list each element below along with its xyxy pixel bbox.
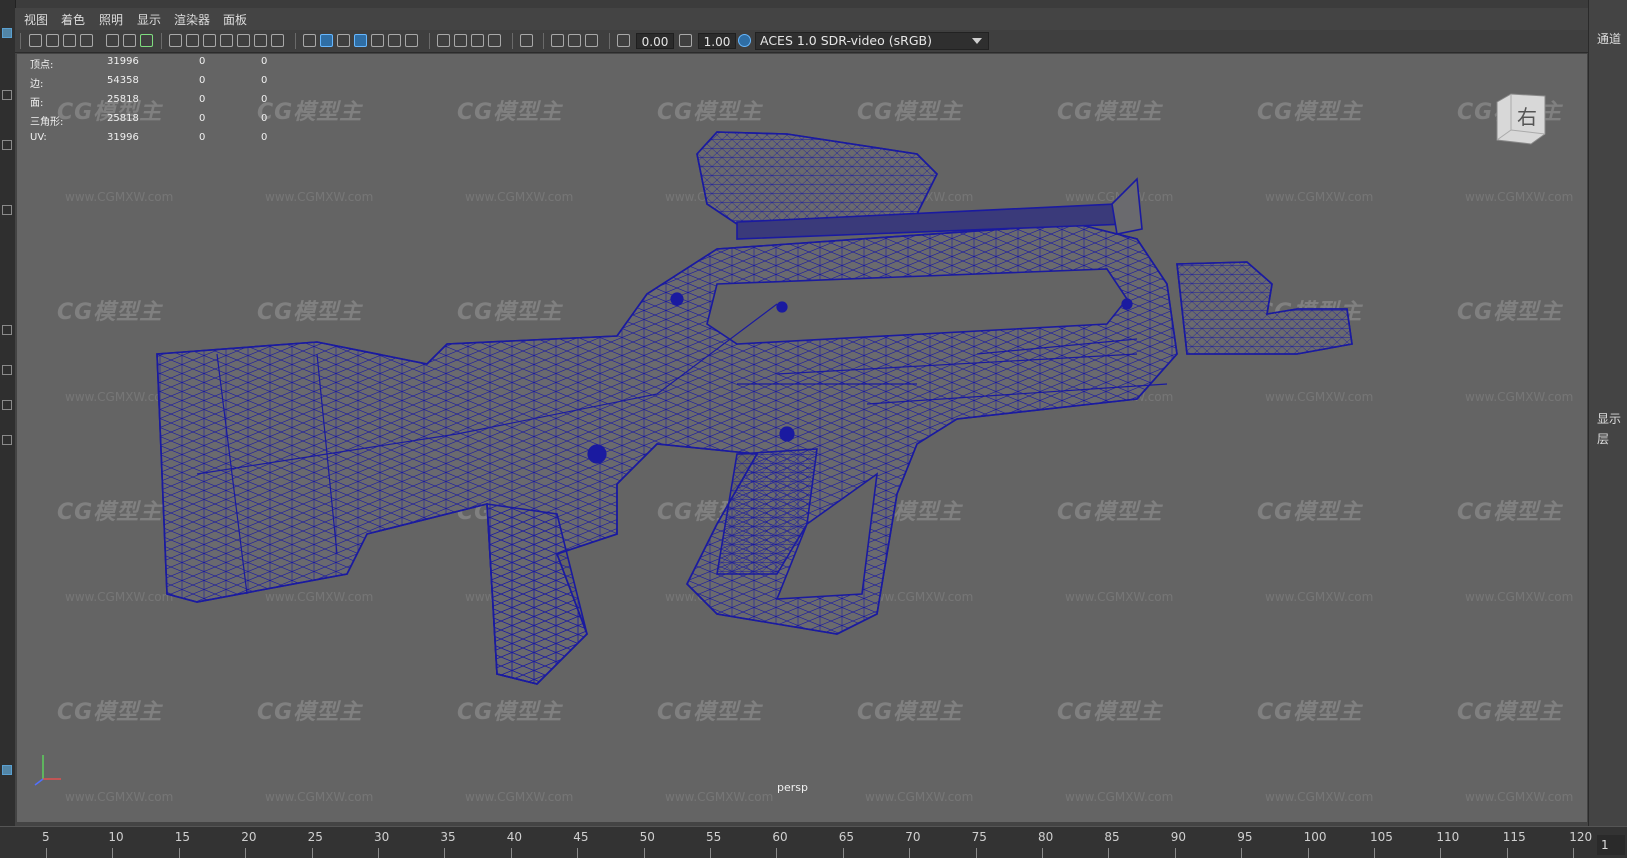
gate-mask-icon[interactable] bbox=[220, 34, 233, 47]
menu-lighting[interactable]: 照明 bbox=[99, 11, 123, 28]
move-tool-icon[interactable] bbox=[2, 90, 12, 100]
channel-box-panel: 通道 显示 层 bbox=[1588, 0, 1627, 832]
color-management-icon[interactable] bbox=[738, 34, 751, 47]
four-layout-icon[interactable] bbox=[2, 365, 12, 375]
time-tick-label: 35 bbox=[440, 830, 456, 844]
lighting-icon[interactable] bbox=[388, 34, 401, 47]
time-tick-label: 105 bbox=[1370, 830, 1393, 844]
time-tick-label: 115 bbox=[1502, 830, 1526, 844]
safe-title-icon[interactable] bbox=[271, 34, 284, 47]
viewport-panel: 视图 着色 照明 显示 渲染器 面板 0.00 1.00 ACES 1.0 SD… bbox=[15, 8, 1589, 826]
wireframe-on-shaded-icon[interactable] bbox=[354, 34, 367, 47]
view-cube[interactable]: 右 bbox=[1491, 90, 1547, 146]
gamma-field[interactable]: 1.00 bbox=[698, 33, 736, 49]
time-tick-label: 20 bbox=[241, 830, 257, 844]
left-tool-strip bbox=[0, 0, 16, 832]
single-layout-icon[interactable] bbox=[2, 325, 12, 335]
bookmark-icon[interactable] bbox=[63, 34, 76, 47]
time-tick-label: 95 bbox=[1237, 830, 1253, 844]
safe-action-icon[interactable] bbox=[254, 34, 267, 47]
menu-show[interactable]: 显示 bbox=[137, 11, 161, 28]
time-tick-label: 30 bbox=[374, 830, 390, 844]
time-tick-label: 85 bbox=[1104, 830, 1120, 844]
time-tick-label: 5 bbox=[42, 830, 50, 844]
display-tab[interactable]: 显示 bbox=[1597, 410, 1627, 427]
resolution-gate-icon[interactable] bbox=[203, 34, 216, 47]
time-tick-label: 65 bbox=[838, 830, 855, 844]
gamma-icon[interactable] bbox=[679, 34, 692, 47]
image-plane-icon[interactable] bbox=[80, 34, 93, 47]
exposure-field[interactable]: 0.00 bbox=[636, 33, 674, 49]
two-d-pan-icon[interactable] bbox=[106, 34, 119, 47]
time-tick-label: 45 bbox=[573, 830, 589, 844]
axis-gizmo bbox=[34, 755, 61, 786]
view-cube-face-label: 右 bbox=[1517, 105, 1537, 129]
exposure-icon[interactable] bbox=[617, 34, 630, 47]
menu-shading[interactable]: 着色 bbox=[61, 11, 85, 28]
select-tool-icon[interactable] bbox=[2, 28, 12, 38]
isolate-select-icon[interactable] bbox=[520, 34, 533, 47]
time-tick-label: 55 bbox=[706, 830, 722, 844]
time-tick-label: 70 bbox=[905, 830, 921, 844]
field-chart-icon[interactable] bbox=[237, 34, 250, 47]
film-gate-icon[interactable] bbox=[186, 34, 199, 47]
layers-tab[interactable]: 层 bbox=[1597, 430, 1627, 447]
time-tick-label: 40 bbox=[506, 830, 523, 844]
time-tick-label: 10 bbox=[108, 830, 124, 844]
panel-menubar: 视图 着色 照明 显示 渲染器 面板 bbox=[15, 8, 1589, 30]
current-frame-field[interactable]: 1 bbox=[1597, 835, 1625, 855]
rifle-wireframe-model[interactable] bbox=[17, 54, 1587, 822]
grease-pencil-icon[interactable] bbox=[123, 34, 136, 47]
two-stacked-layout-icon[interactable] bbox=[2, 435, 12, 445]
panel-toolbar: 0.00 1.00 ACES 1.0 SDR-video (sRGB) bbox=[15, 30, 1589, 53]
motion-blur-icon[interactable] bbox=[454, 34, 467, 47]
xray-components-icon[interactable] bbox=[585, 34, 598, 47]
time-tick-label: 25 bbox=[307, 830, 323, 844]
smooth-shade-icon[interactable] bbox=[320, 34, 333, 47]
select-camera-icon[interactable] bbox=[29, 34, 42, 47]
time-tick-label: 90 bbox=[1170, 830, 1187, 844]
camera-name-label: persp bbox=[777, 781, 808, 794]
color-space-label: ACES 1.0 SDR-video (sRGB) bbox=[760, 33, 932, 48]
time-tick-label: 50 bbox=[639, 830, 655, 844]
wireframe-icon[interactable] bbox=[303, 34, 316, 47]
menu-panels[interactable]: 面板 bbox=[223, 11, 247, 28]
two-side-layout-icon[interactable] bbox=[2, 400, 12, 410]
grid-icon[interactable] bbox=[169, 34, 182, 47]
draw-tool-icon[interactable] bbox=[140, 34, 153, 47]
time-tick-label: 110 bbox=[1436, 830, 1460, 844]
menu-renderer[interactable]: 渲染器 bbox=[174, 11, 210, 28]
rifle-body bbox=[156, 131, 1353, 685]
time-tick-label: 120 bbox=[1569, 830, 1593, 844]
default-material-icon[interactable] bbox=[337, 34, 350, 47]
time-tick-label: 80 bbox=[1038, 830, 1054, 844]
time-tick-label: 100 bbox=[1303, 830, 1327, 844]
camera-attributes-icon[interactable] bbox=[46, 34, 59, 47]
depth-of-field-icon[interactable] bbox=[488, 34, 501, 47]
chevron-down-icon bbox=[972, 38, 982, 44]
rotate-tool-icon[interactable] bbox=[2, 140, 12, 150]
script-editor-icon[interactable] bbox=[2, 765, 12, 775]
3d-viewport[interactable]: CG模型主 www.CGMXW.com CG模型主 www.CGMXW.com CG模型… bbox=[17, 54, 1587, 822]
time-tick-label: 75 bbox=[971, 830, 987, 844]
shadows-icon[interactable] bbox=[405, 34, 418, 47]
color-space-dropdown[interactable]: ACES 1.0 SDR-video (sRGB) bbox=[755, 32, 989, 50]
textured-icon[interactable] bbox=[371, 34, 384, 47]
time-tick-label: 15 bbox=[174, 830, 191, 844]
xray-joints-icon[interactable] bbox=[568, 34, 581, 47]
time-tick-label: 60 bbox=[772, 830, 788, 844]
channel-box-tab[interactable]: 通道 bbox=[1597, 30, 1627, 47]
menu-view[interactable]: 视图 bbox=[24, 11, 48, 28]
screen-space-ao-icon[interactable] bbox=[437, 34, 450, 47]
xray-icon[interactable] bbox=[551, 34, 564, 47]
scale-tool-icon[interactable] bbox=[2, 205, 12, 215]
anti-aliasing-icon[interactable] bbox=[471, 34, 484, 47]
time-slider[interactable]: 5 10 15 20 25 30 35 40 45 50 55 60 65 70 75 80 85 90 95 100… bbox=[0, 826, 1627, 858]
